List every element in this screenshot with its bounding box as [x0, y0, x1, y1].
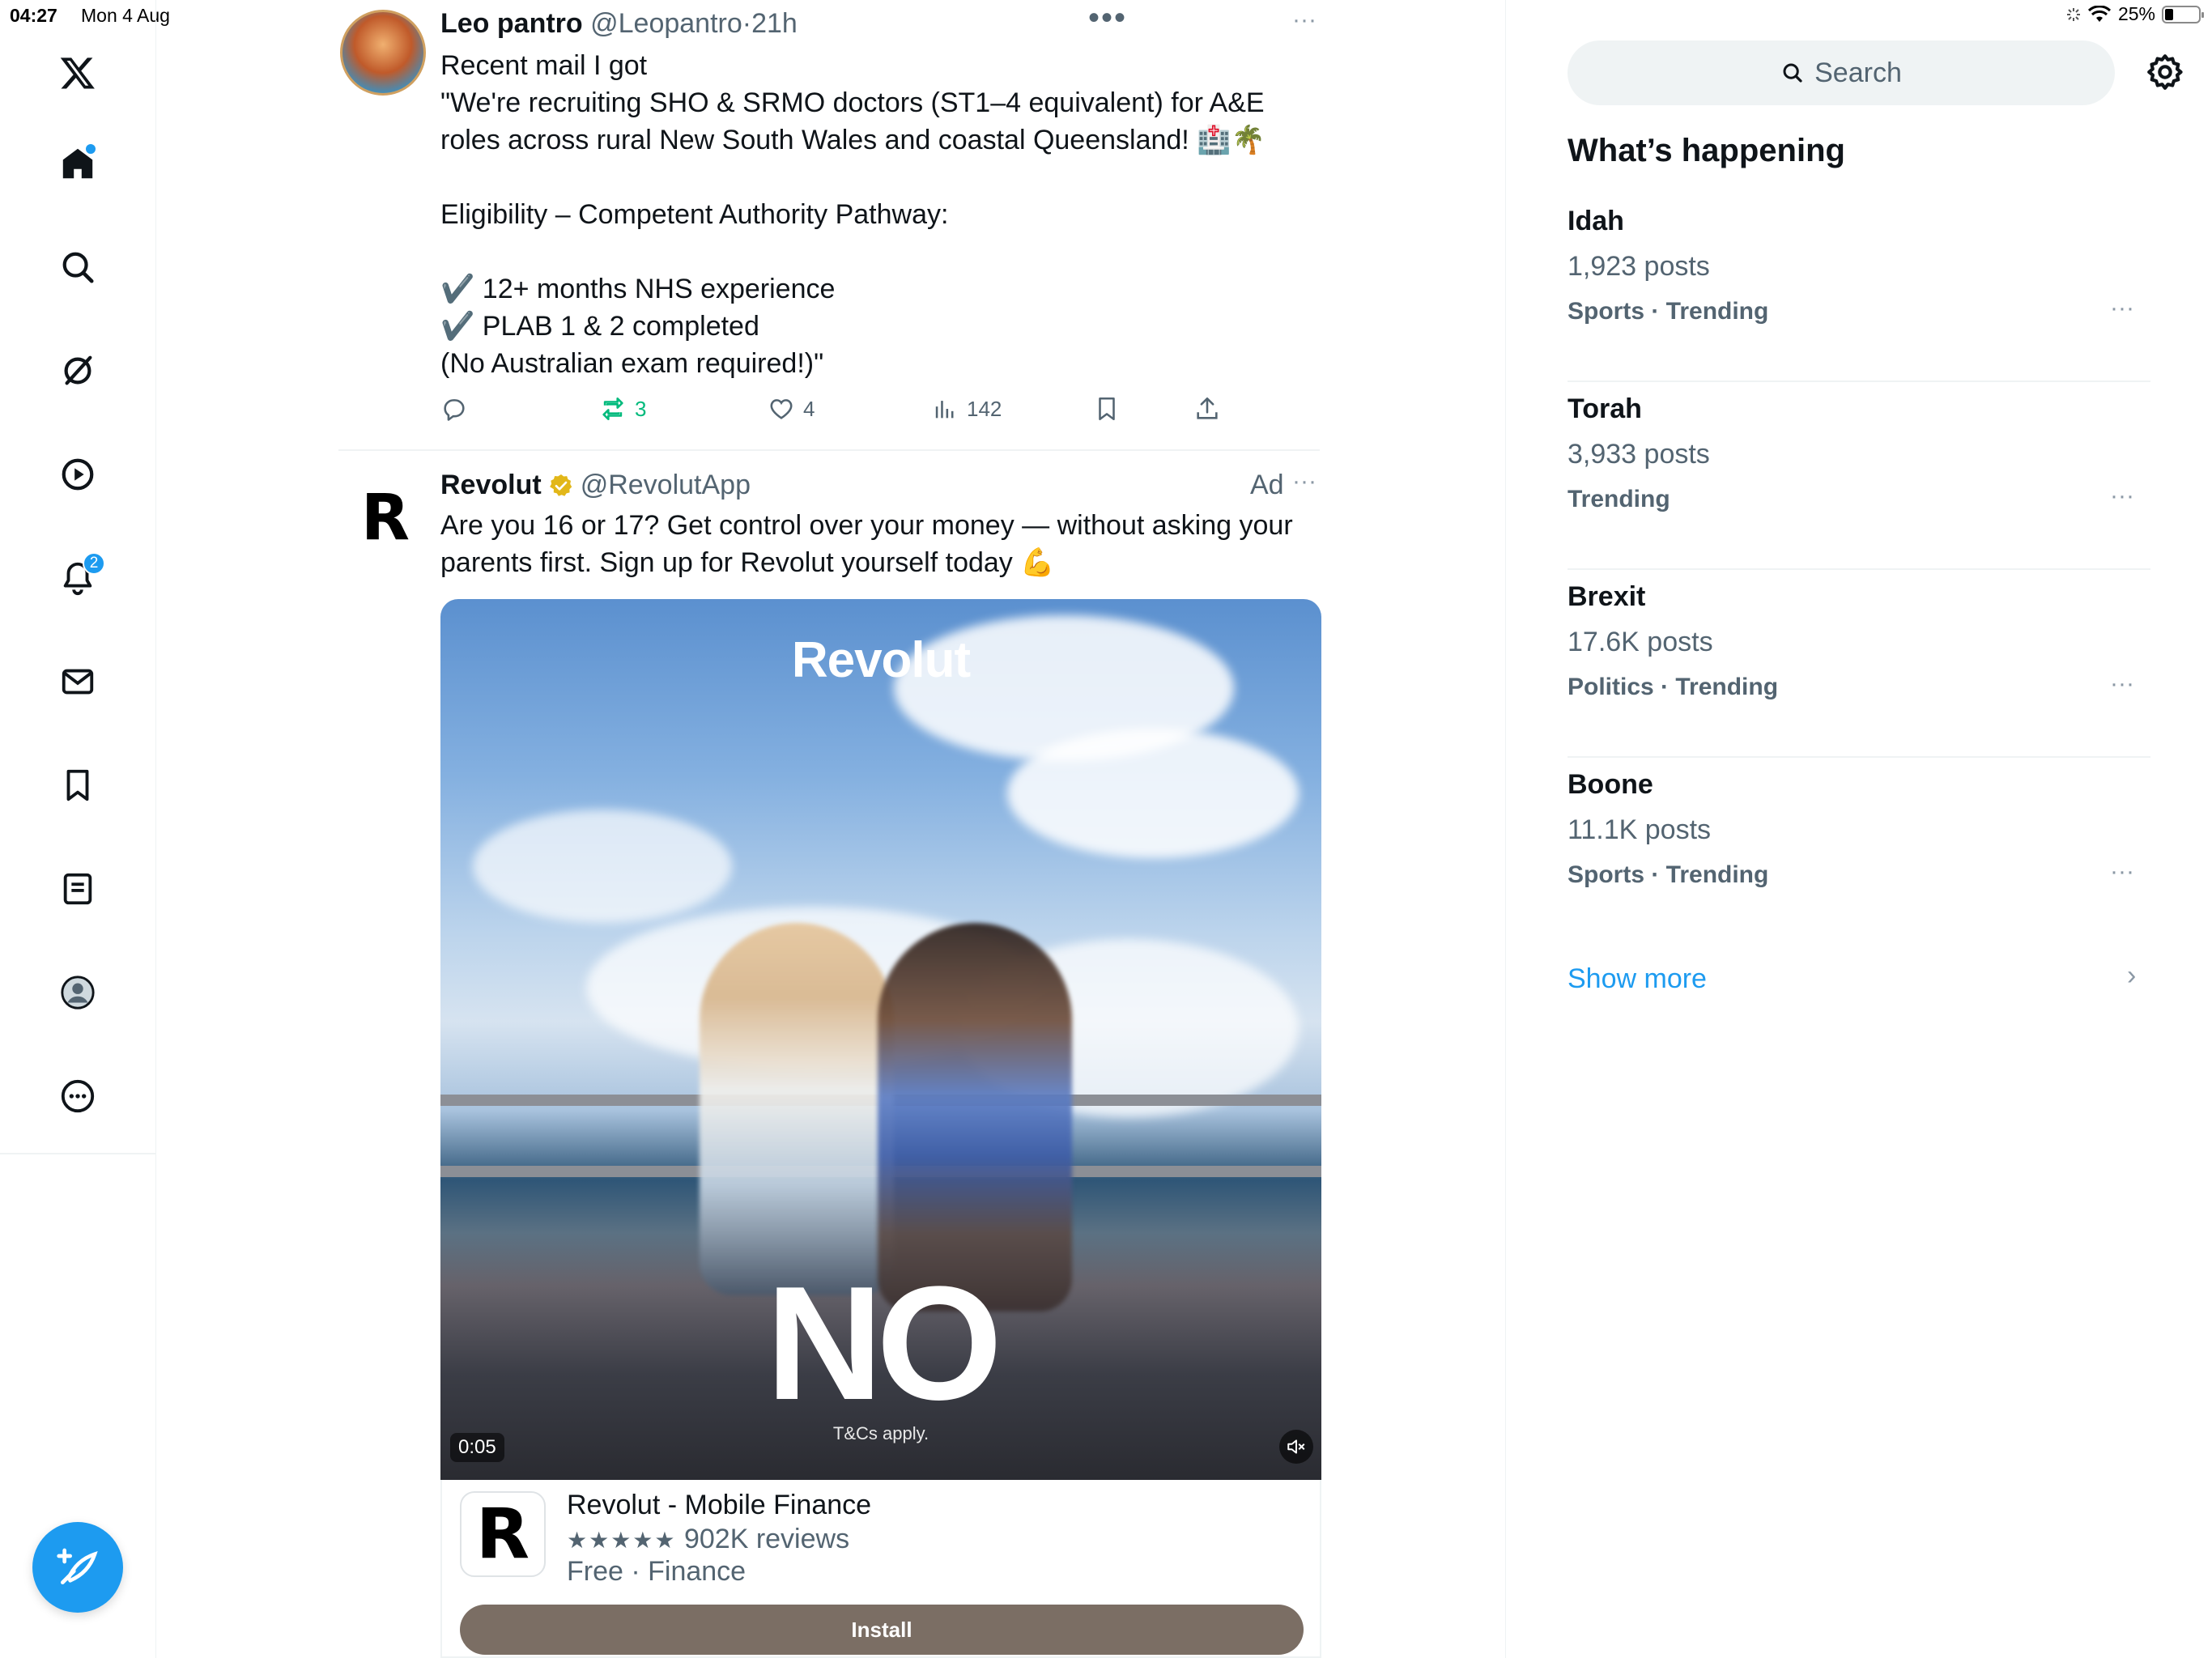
verified-gold-icon [548, 473, 574, 499]
like-count: 4 [803, 396, 815, 421]
retweet-button[interactable]: 3 [599, 395, 646, 423]
app-meta: Free · Finance [567, 1556, 747, 1587]
nav-separator [0, 1153, 156, 1154]
header-separator: · [742, 8, 752, 39]
trend-item[interactable]: Torah 3,933 posts Trending ··· [1568, 382, 2150, 570]
trend-more-icon[interactable]: ··· [2110, 670, 2134, 698]
more-icon[interactable] [53, 1072, 102, 1120]
author-handle[interactable]: @Leopantro [590, 8, 742, 39]
app-reviews: 902K reviews [683, 1524, 850, 1554]
home-icon[interactable] [53, 139, 102, 188]
author-name[interactable]: Revolut [440, 470, 542, 501]
retweet-icon [602, 397, 623, 421]
trend-posts: 17.6K posts [1568, 627, 1713, 657]
reply-icon [444, 399, 465, 421]
views-icon [935, 401, 954, 419]
views-count: 142 [967, 396, 1002, 421]
home-unread-dot [86, 144, 96, 154]
video-duration: 0:05 [450, 1433, 504, 1462]
profile-icon[interactable] [53, 968, 102, 1017]
share-icon [1197, 397, 1218, 419]
chevron-right-icon[interactable]: › [2127, 960, 2136, 992]
search-icon[interactable] [53, 243, 102, 291]
heart-icon [770, 399, 793, 419]
trend-item[interactable]: Brexit 17.6K posts Politics · Trending ·… [1568, 570, 2150, 758]
video-overlay-text: NO [766, 1253, 1002, 1434]
trend-name: Torah [1568, 393, 1642, 424]
bookmark-icon [1099, 397, 1115, 421]
trend-posts: 1,923 posts [1568, 251, 1710, 282]
author-name[interactable]: Leo pantro [440, 8, 583, 39]
tweet-header: Leo pantro @Leopantro·21h [440, 8, 798, 40]
share-button[interactable] [1193, 395, 1221, 423]
revolut-avatar[interactable]: R [361, 486, 410, 551]
tweet-text: Are you 16 or 17? Get control over your … [440, 510, 1293, 578]
trend-category: Trending [1568, 486, 1670, 512]
star-rating-icon: ★★★★★ [567, 1528, 677, 1553]
trend-category: Sports · Trending [1568, 298, 1769, 325]
app-card[interactable]: R Revolut - Mobile Finance ★★★★★ 902K re… [440, 1480, 1321, 1658]
mute-button[interactable] [1279, 1430, 1313, 1464]
search-icon [1783, 63, 1802, 83]
right-sidebar: Search What’s happening Idah 1,923 posts… [1507, 0, 2212, 1658]
trend-more-icon[interactable]: ··· [2110, 858, 2134, 886]
video-icon[interactable] [53, 450, 102, 499]
retweet-count: 3 [635, 396, 647, 421]
bookmarks-icon[interactable] [53, 761, 102, 810]
bookmark-button[interactable] [1093, 395, 1121, 423]
avatar[interactable] [340, 10, 426, 96]
x-logo-icon[interactable] [53, 49, 102, 97]
grok-icon[interactable] [53, 346, 102, 395]
video-brand-text: Revolut [791, 632, 971, 688]
trend-more-icon[interactable]: ··· [2110, 483, 2134, 510]
feed-top-dots-icon[interactable]: ••• [1088, 0, 1127, 36]
reply-button[interactable] [440, 395, 468, 423]
show-more-link[interactable]: Show more [1568, 963, 1707, 995]
tweet-more-icon[interactable]: ··· [1292, 6, 1317, 34]
trend-category: Politics · Trending [1568, 674, 1779, 700]
app-name: Revolut - Mobile Finance [567, 1490, 872, 1520]
trend-name: Idah [1568, 206, 1624, 236]
search-placeholder: Search [1814, 57, 1902, 88]
muted-speaker-icon [1287, 1439, 1305, 1454]
trend-item[interactable]: Idah 1,923 posts Sports · Trending ··· [1568, 194, 2150, 382]
views-button[interactable]: 142 [931, 395, 1002, 423]
ad-label: Ad [1250, 470, 1284, 500]
notifications-badge: 2 [83, 552, 105, 575]
video-terms-text: T&Cs apply. [832, 1423, 929, 1443]
trend-item[interactable]: Boone 11.1K posts Sports · Trending ··· [1568, 758, 2150, 946]
compose-icon [57, 1548, 98, 1584]
tweet-time[interactable]: 21h [751, 8, 798, 39]
like-button[interactable]: 4 [768, 395, 815, 423]
settings-gear-icon[interactable] [2145, 52, 2185, 92]
trend-name: Brexit [1568, 581, 1646, 612]
tweet-header: Revolut @RevolutApp [440, 470, 751, 501]
messages-icon[interactable] [53, 657, 102, 706]
trend-posts: 3,933 posts [1568, 439, 1710, 470]
notifications-icon[interactable]: 2 [53, 552, 105, 602]
tweet-separator [338, 449, 1320, 451]
install-button[interactable]: Install [460, 1605, 1304, 1655]
trend-posts: 11.1K posts [1568, 814, 1712, 845]
ad-video[interactable]: Revolut NO T&Cs apply. 0:05 [440, 599, 1321, 1480]
trend-name: Boone [1568, 769, 1653, 800]
tweet-actions: 3 4 142 [440, 395, 1234, 427]
lists-icon[interactable] [53, 865, 102, 913]
tweet-more-icon[interactable]: ··· [1292, 468, 1317, 495]
trend-more-icon[interactable]: ··· [2110, 295, 2134, 322]
tweet-text: Recent mail I got "We're recruiting SHO … [440, 50, 1266, 379]
compose-button[interactable] [32, 1522, 123, 1613]
app-icon: R [460, 1491, 546, 1577]
section-title: What’s happening [1568, 133, 1845, 168]
left-nav: 2 [0, 0, 156, 1658]
trend-category: Sports · Trending [1568, 861, 1769, 888]
author-handle[interactable]: @RevolutApp [581, 470, 751, 501]
search-input[interactable]: Search [1568, 40, 2115, 105]
app-rating: ★★★★★ 902K reviews [567, 1524, 849, 1555]
